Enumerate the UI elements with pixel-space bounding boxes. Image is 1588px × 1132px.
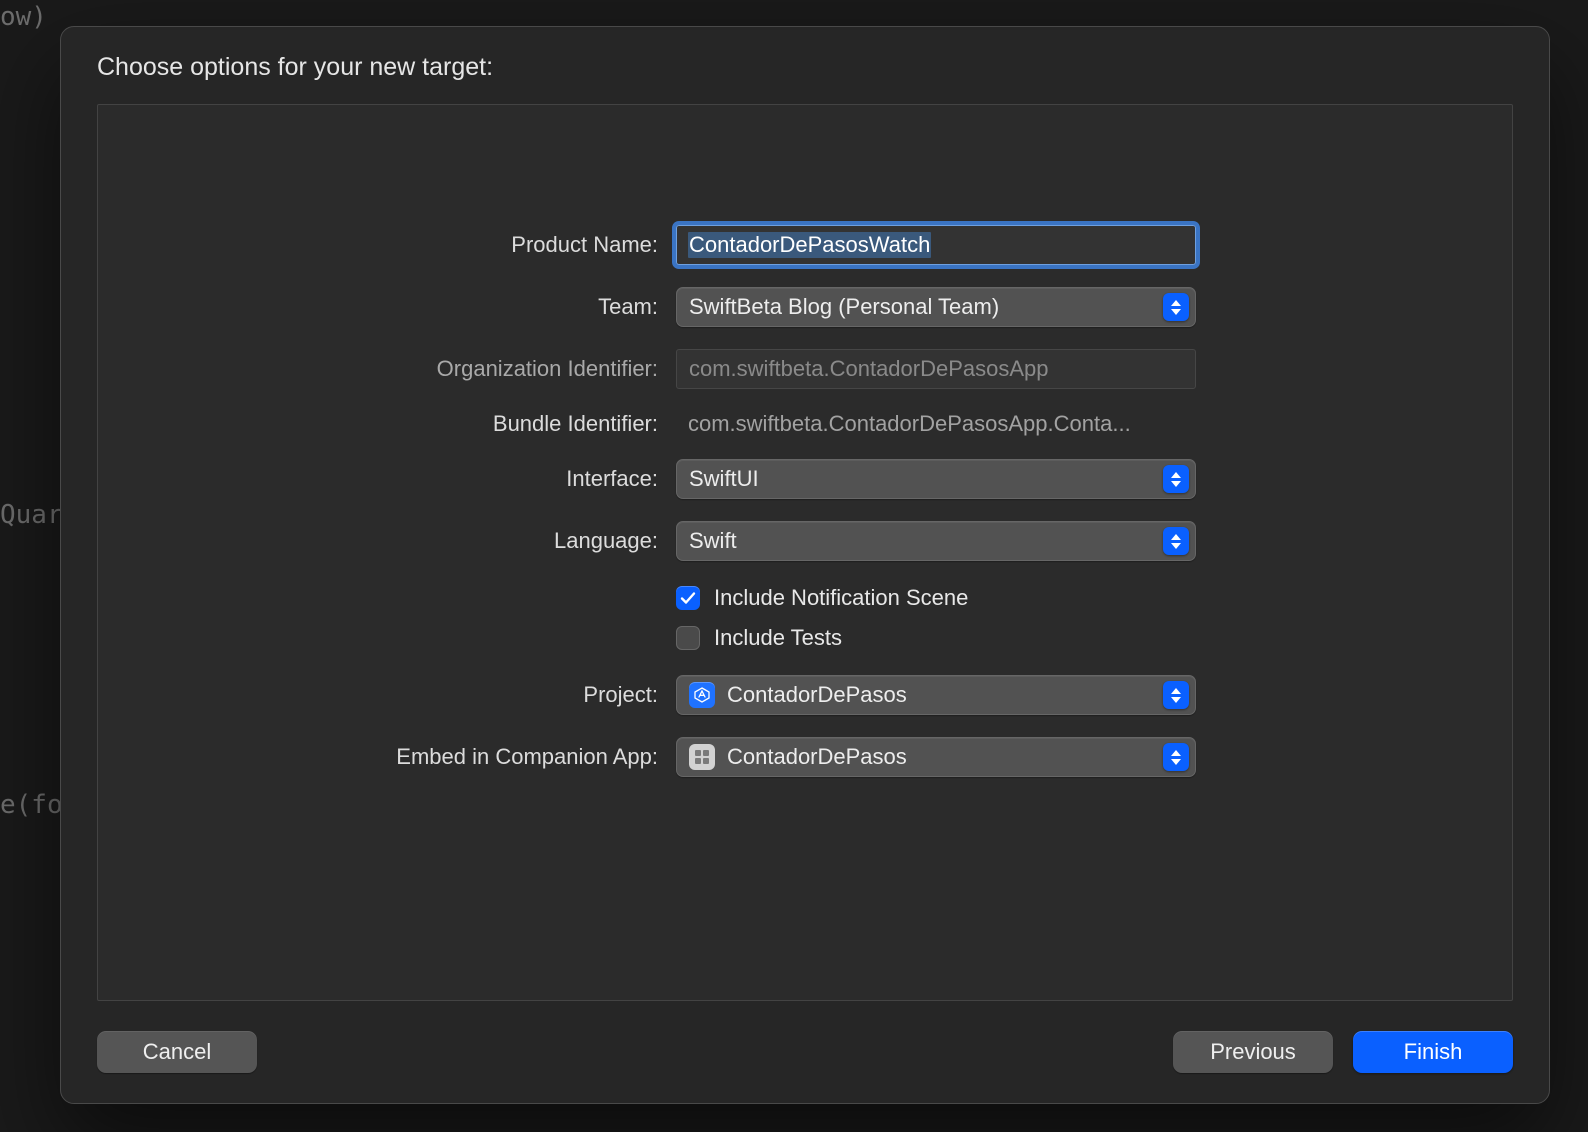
include-tests-row[interactable]: Include Tests [676,623,1196,653]
project-label: Project: [138,682,658,708]
finish-button[interactable]: Finish [1353,1031,1513,1073]
interface-label: Interface: [138,466,658,492]
language-label: Language: [138,528,658,554]
product-name-field[interactable]: ContadorDePasosWatch [676,225,1196,265]
app-icon [689,744,715,770]
options-panel: Product Name: ContadorDePasosWatch Team:… [97,104,1513,1001]
embed-companion-popup[interactable]: ContadorDePasos [676,737,1196,777]
product-name-label: Product Name: [138,232,658,258]
bundle-identifier-value: com.swiftbeta.ContadorDePasosApp.Conta..… [676,411,1196,437]
include-notification-scene-label: Include Notification Scene [714,585,968,611]
previous-button[interactable]: Previous [1173,1031,1333,1073]
embed-companion-label: Embed in Companion App: [138,744,658,770]
organization-identifier-label: Organization Identifier: [138,356,658,382]
project-value: ContadorDePasos [727,682,907,708]
team-label: Team: [138,294,658,320]
product-name-value: ContadorDePasosWatch [688,232,931,258]
popup-arrows-icon [1163,293,1189,321]
bundle-identifier-label: Bundle Identifier: [138,411,658,437]
xcode-project-icon [689,682,715,708]
popup-arrows-icon [1163,681,1189,709]
include-tests-checkbox[interactable] [676,626,700,650]
team-popup[interactable]: SwiftBeta Blog (Personal Team) [676,287,1196,327]
organization-identifier-value: com.swiftbeta.ContadorDePasosApp [689,356,1049,382]
popup-arrows-icon [1163,527,1189,555]
team-value: SwiftBeta Blog (Personal Team) [689,294,999,320]
cancel-button[interactable]: Cancel [97,1031,257,1073]
popup-arrows-icon [1163,743,1189,771]
include-tests-label: Include Tests [714,625,842,651]
sheet-title: Choose options for your new target: [97,53,1513,82]
organization-identifier-field: com.swiftbeta.ContadorDePasosApp [676,349,1196,389]
new-target-options-sheet: Choose options for your new target: Prod… [60,26,1550,1104]
language-value: Swift [689,528,737,554]
popup-arrows-icon [1163,465,1189,493]
interface-value: SwiftUI [689,466,759,492]
embed-companion-value: ContadorDePasos [727,744,907,770]
checkmark-icon [680,590,696,606]
language-popup[interactable]: Swift [676,521,1196,561]
include-notification-scene-row[interactable]: Include Notification Scene [676,583,1196,613]
include-notification-scene-checkbox[interactable] [676,586,700,610]
background-code-fragment: ow) [0,2,47,32]
interface-popup[interactable]: SwiftUI [676,459,1196,499]
background-code-fragment: e(fo [0,790,63,820]
project-popup[interactable]: ContadorDePasos [676,675,1196,715]
background-code-fragment: Quar [0,500,63,530]
sheet-footer: Cancel Previous Finish [97,1001,1513,1073]
